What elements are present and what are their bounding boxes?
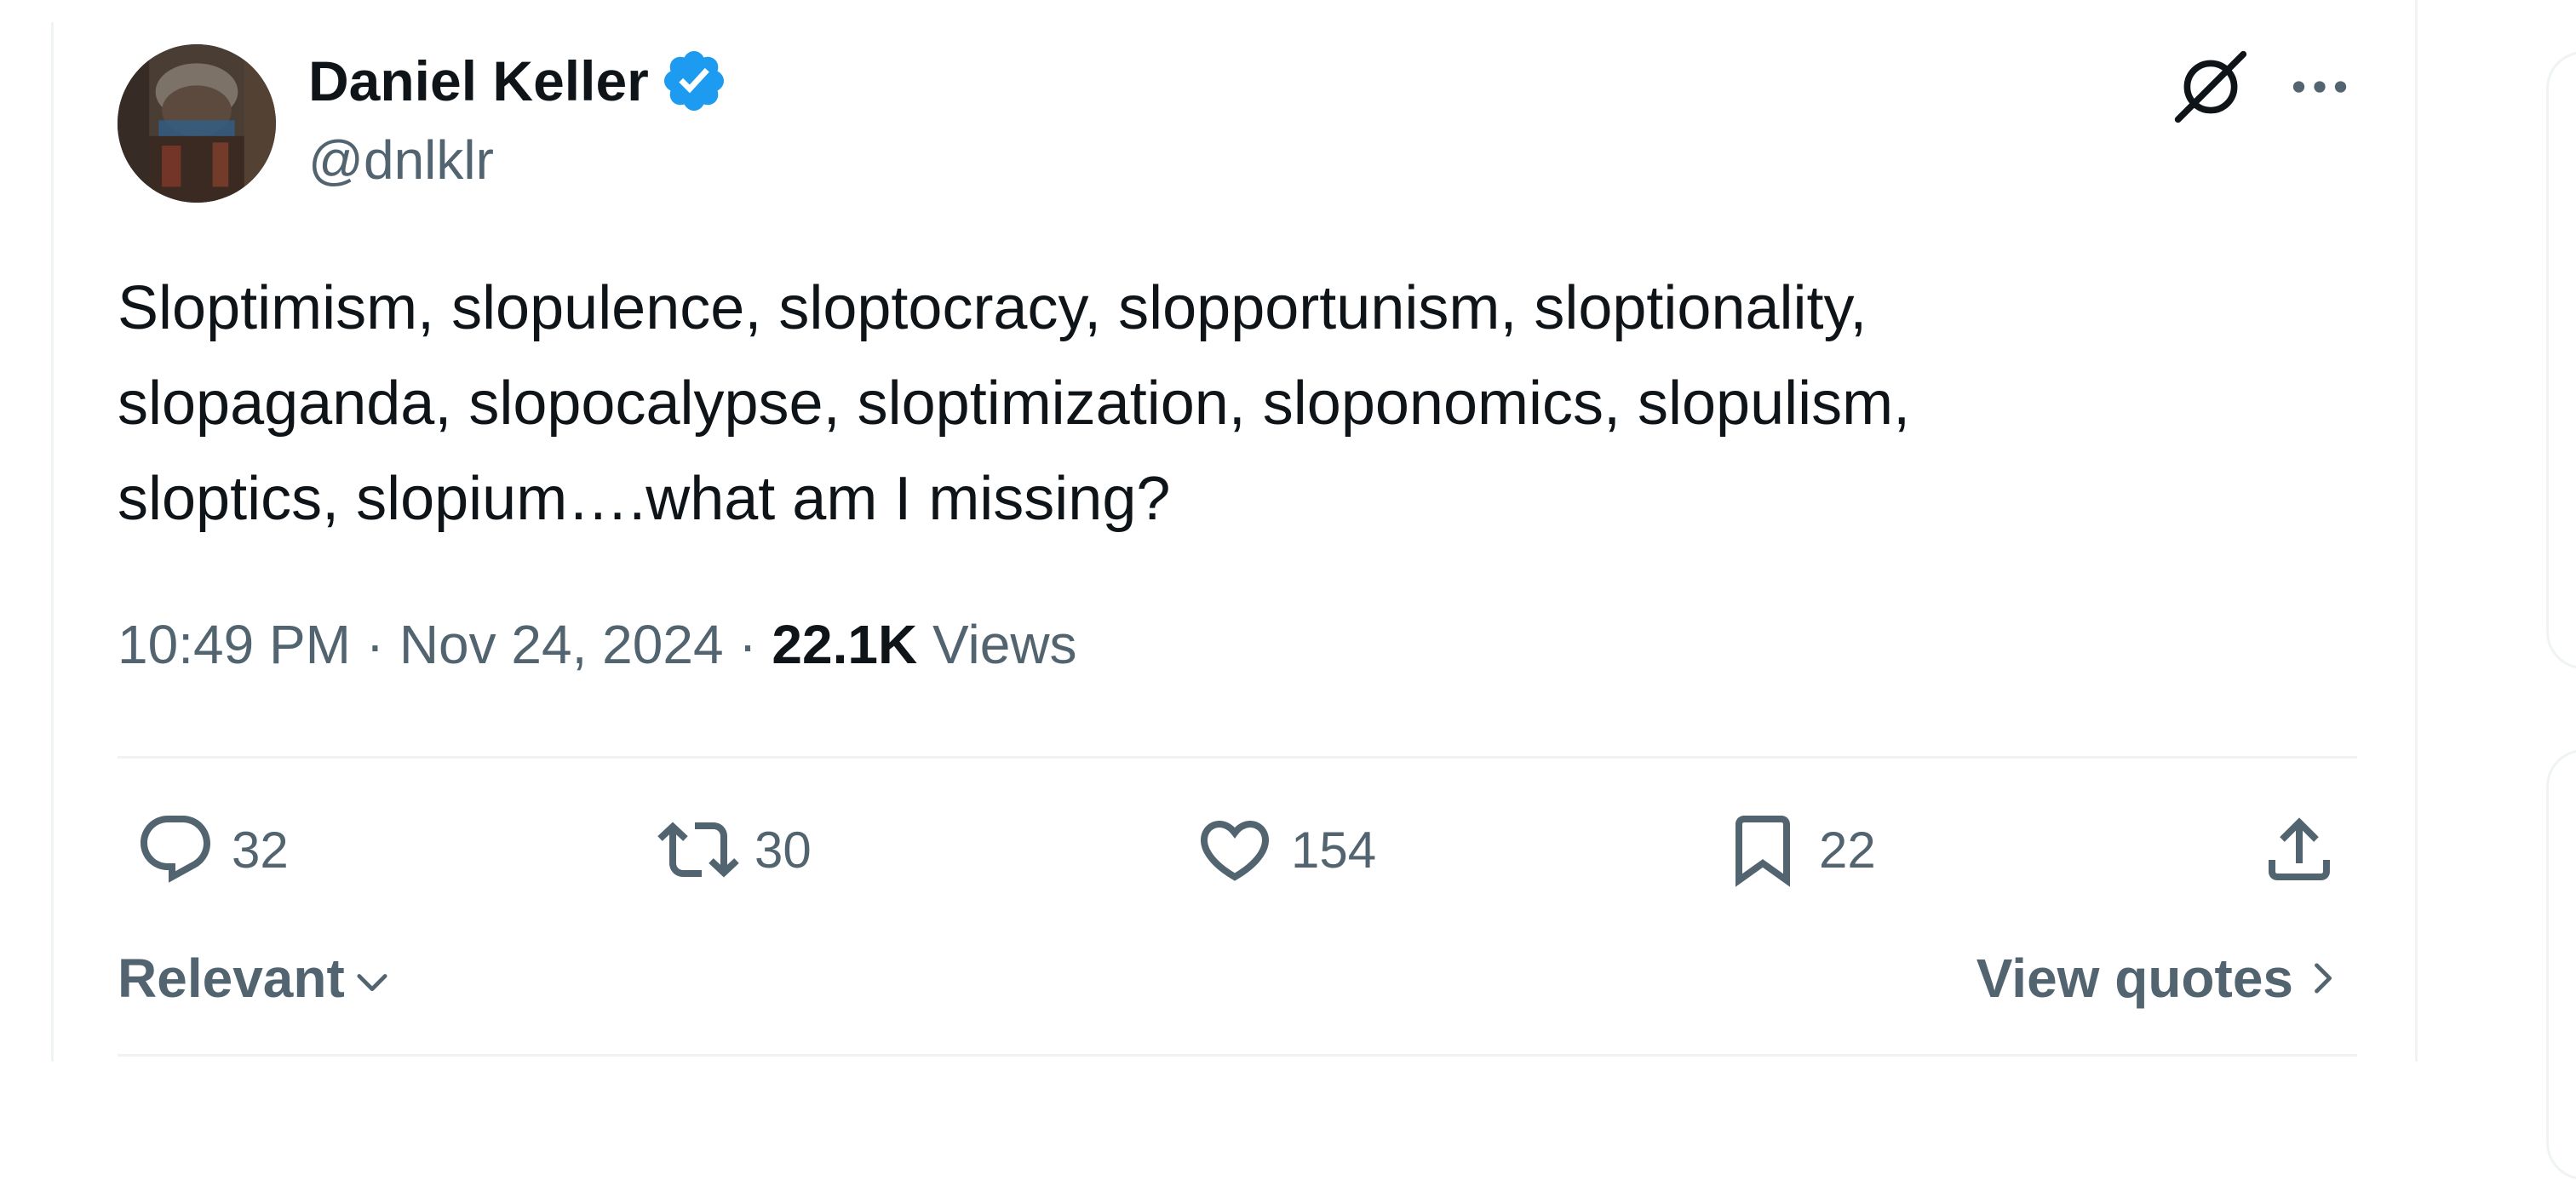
avatar-image: [118, 44, 276, 203]
share-icon: [2258, 809, 2340, 891]
sidebar-card: [2546, 51, 2576, 669]
heart-icon: [1194, 809, 1276, 891]
bookmark-count: 22: [1819, 821, 1876, 879]
retweet-count: 30: [754, 821, 812, 879]
chevron-down-icon: [350, 959, 394, 1004]
meta-separator: ·: [738, 614, 757, 675]
bookmark-button[interactable]: 22: [1722, 807, 1876, 892]
retweet-icon: [657, 809, 739, 891]
tweet-metadata: 10:49 PM · Nov 24, 2024 · 22.1K Views: [118, 606, 1077, 683]
views-count: 22.1K: [772, 614, 918, 675]
retweet-button[interactable]: 30: [657, 807, 812, 892]
views-label: Views: [932, 614, 1077, 675]
reply-sort-label: Relevant: [118, 948, 345, 1009]
reply-count: 32: [232, 821, 289, 879]
author-name-text[interactable]: Daniel Keller: [308, 47, 649, 115]
sidebar-card: [2546, 749, 2576, 1180]
tweet-time[interactable]: 10:49 PM: [118, 614, 351, 675]
divider: [118, 1054, 2357, 1057]
reply-icon: [135, 809, 216, 891]
divider: [118, 756, 2357, 759]
like-button[interactable]: 154: [1194, 807, 1376, 892]
like-count: 154: [1291, 821, 1377, 879]
reply-sort-dropdown[interactable]: Relevant: [118, 940, 394, 1017]
reply-button[interactable]: 32: [135, 807, 289, 892]
share-button[interactable]: [2258, 807, 2340, 892]
view-quotes-link[interactable]: View quotes: [1976, 940, 2344, 1017]
avatar[interactable]: [118, 44, 276, 203]
timeline-column-border-left: [51, 22, 54, 1062]
tweet-date[interactable]: Nov 24, 2024: [399, 614, 724, 675]
grok-icon[interactable]: [2172, 48, 2250, 126]
meta-separator: ·: [365, 614, 385, 675]
author-handle[interactable]: @dnlklr: [308, 126, 494, 194]
timeline-column-border-right: [2415, 0, 2418, 1062]
verified-badge-icon[interactable]: [659, 46, 729, 116]
more-options-icon[interactable]: [2284, 51, 2355, 123]
view-quotes-label: View quotes: [1976, 948, 2293, 1009]
bookmark-icon: [1722, 809, 1804, 891]
author-display-name[interactable]: Daniel Keller: [308, 46, 729, 116]
tweet-text: Sloptimism, slopulence, sloptocracy, slo…: [118, 274, 1911, 533]
chevron-right-icon: [2300, 956, 2344, 1000]
